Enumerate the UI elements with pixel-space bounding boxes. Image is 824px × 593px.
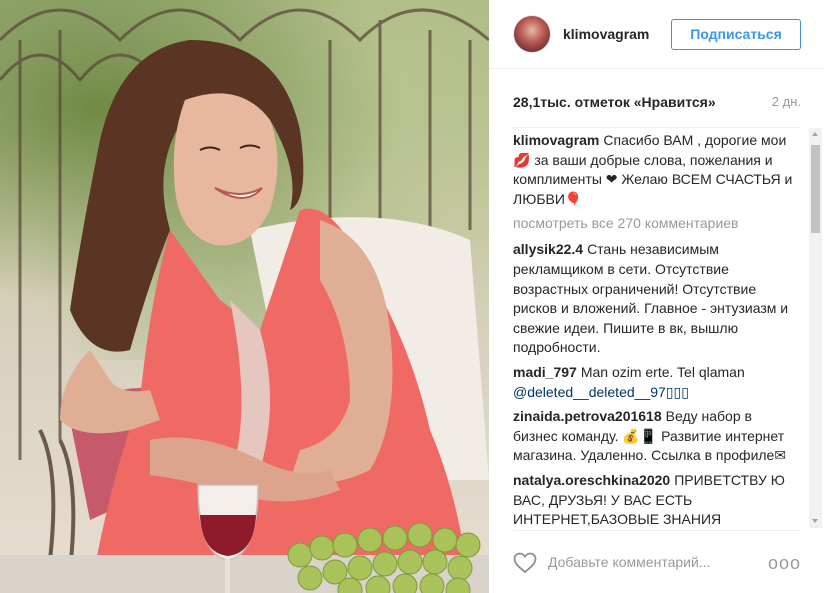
comments-list[interactable]: klimovagram Спасибо ВАМ , дорогие мои 💋 з… [513, 131, 796, 527]
caption: klimovagram Спасибо ВАМ , дорогие мои 💋 з… [513, 131, 796, 209]
comments-scrollbar[interactable] [809, 128, 822, 528]
post-sidebar: klimovagram Подписаться 28,1тыс. отметок… [489, 0, 824, 593]
scrollbar-thumb[interactable] [811, 145, 820, 233]
follow-button[interactable]: Подписаться [671, 19, 801, 50]
photo-illustration [0, 8, 489, 593]
avatar[interactable] [513, 15, 551, 53]
likes-count[interactable]: 28,1тыс. отметок «Нравится» [513, 94, 716, 110]
more-options-icon[interactable]: ооо [768, 553, 801, 574]
scroll-up-arrow-icon[interactable] [809, 128, 822, 142]
list-item: natalya.oreschkina2020 ПРИВЕТСТВУ Ю ВАС, … [513, 471, 796, 527]
post-author-username[interactable]: klimovagram [563, 26, 649, 42]
post-photo[interactable] [0, 0, 489, 593]
post-age[interactable]: 2 дн. [772, 94, 801, 109]
divider [513, 530, 801, 531]
comment-text: Стань независимым рекламщиком в сети. От… [513, 241, 789, 356]
comment-footer: Добавьте комментарий... ооо [513, 546, 801, 582]
comment-mention-link[interactable]: @deleted__deleted__97▯▯▯ [513, 384, 689, 400]
comment-text: Man ozim erte. Tel qlaman [580, 363, 745, 380]
likes-row: 28,1тыс. отметок «Нравится» 2 дн. [513, 94, 801, 114]
comment-username[interactable]: zinaida.petrova201618 [513, 408, 662, 424]
view-all-comments-link[interactable]: посмотреть все 270 комментариев [513, 214, 796, 232]
list-item: madi_797 Man ozim erte. Tel qlaman @delet… [513, 363, 796, 402]
heart-outline-icon[interactable] [513, 552, 537, 574]
comment-username[interactable]: natalya.oreschkina2020 [513, 472, 670, 488]
divider [513, 127, 801, 128]
caption-username[interactable]: klimovagram [513, 132, 599, 148]
add-comment-input[interactable]: Добавьте комментарий... [548, 554, 710, 570]
post-header: klimovagram Подписаться [489, 0, 824, 69]
list-item: allysik22.4 Стань независимым рекламщиком… [513, 240, 796, 358]
comment-username[interactable]: madi_797 [513, 364, 577, 380]
comment-username[interactable]: allysik22.4 [513, 241, 583, 257]
list-item: zinaida.petrova201618 Веду набор в бизнес… [513, 407, 796, 466]
scroll-down-arrow-icon[interactable] [809, 514, 822, 528]
